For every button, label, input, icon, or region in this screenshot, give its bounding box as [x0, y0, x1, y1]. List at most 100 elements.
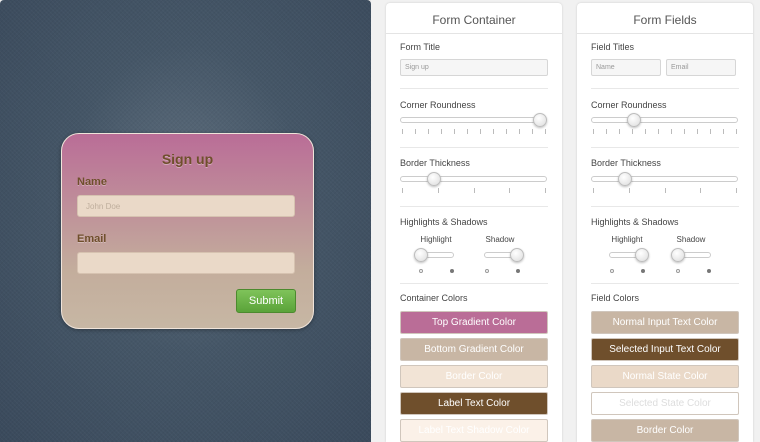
highlight-toggle-knob[interactable]: [414, 248, 428, 262]
slider-tick: [545, 129, 546, 134]
highlight-label: Highlight: [611, 235, 643, 244]
slider-tick: [473, 188, 475, 193]
slider-tick: [506, 129, 507, 134]
corner-roundness-label: Corner Roundness: [400, 100, 476, 110]
border-thickness-label: Border Thickness: [591, 158, 661, 168]
corner-roundness-slider[interactable]: [591, 117, 738, 123]
slider-tick: [402, 129, 403, 134]
corner-roundness-label: Corner Roundness: [591, 100, 667, 110]
normal-input-text-color-button[interactable]: Normal Input Text Color: [591, 311, 739, 334]
divider: [400, 283, 548, 284]
slider-tick: [736, 129, 737, 134]
slider-tick: [441, 129, 442, 134]
panel-title: Form Container: [432, 13, 516, 27]
slider-tick: [593, 188, 594, 193]
top-gradient-color-button[interactable]: Top Gradient Color: [400, 311, 548, 334]
highlight-label: Highlight: [420, 235, 452, 244]
border-thickness-label: Border Thickness: [400, 158, 470, 168]
slider-tick: [402, 188, 403, 193]
divider: [591, 206, 739, 207]
border-color-button[interactable]: Border Color: [591, 419, 739, 442]
slider-tick: [606, 129, 607, 134]
divider: [577, 33, 753, 34]
corner-roundness-knob[interactable]: [533, 113, 547, 127]
slider-tick: [437, 188, 439, 193]
slider-tick: [628, 188, 630, 193]
off-indicator: [610, 269, 614, 273]
bottom-gradient-color-button[interactable]: Bottom Gradient Color: [400, 338, 548, 361]
slider-tick: [736, 188, 737, 193]
slider-tick: [454, 129, 455, 134]
border-thickness-slider[interactable]: [591, 176, 738, 182]
slider-tick: [684, 129, 685, 134]
on-indicator: [516, 269, 520, 273]
field-title-1-input[interactable]: Name: [591, 59, 661, 76]
slider-tick: [671, 129, 672, 134]
slider-tick: [519, 129, 520, 134]
slider-tick: [697, 129, 698, 134]
divider: [591, 147, 739, 148]
divider: [400, 88, 548, 89]
slider-tick: [415, 129, 416, 134]
on-indicator: [641, 269, 645, 273]
form-title-label: Form Title: [400, 42, 441, 52]
slider-tick: [632, 129, 633, 134]
name-input[interactable]: John Doe: [77, 195, 295, 217]
slider-tick: [710, 129, 711, 134]
container-colors-label: Container Colors: [400, 293, 468, 303]
corner-roundness-slider[interactable]: [400, 117, 547, 123]
form-title-input[interactable]: Sign up: [400, 59, 548, 76]
form-title: Sign up: [161, 151, 214, 167]
slider-tick: [545, 188, 546, 193]
slider-tick: [532, 129, 533, 134]
border-color-button[interactable]: Border Color: [400, 365, 548, 388]
slider-tick: [493, 129, 494, 134]
off-indicator: [676, 269, 680, 273]
shadow-toggle-knob[interactable]: [671, 248, 685, 262]
submit-button[interactable]: Submit: [236, 289, 296, 313]
field-colors-label: Field Colors: [591, 293, 640, 303]
email-label: Email: [77, 233, 107, 245]
divider: [400, 206, 548, 207]
form-fields-panel: Form Fields Field Titles Name Email Corn…: [577, 3, 753, 442]
border-thickness-slider[interactable]: [400, 176, 547, 182]
on-indicator: [450, 269, 454, 273]
corner-roundness-knob[interactable]: [626, 113, 641, 127]
name-label: Name: [77, 176, 107, 188]
slider-tick: [723, 129, 724, 134]
panel-title: Form Fields: [633, 13, 697, 27]
divider: [386, 33, 562, 34]
shadow-toggle-knob[interactable]: [510, 248, 524, 262]
border-thickness-knob[interactable]: [617, 172, 632, 186]
slider-tick: [658, 129, 659, 134]
off-indicator: [485, 269, 489, 273]
divider: [591, 88, 739, 89]
selected-state-color-button[interactable]: Selected State Color: [591, 392, 739, 415]
highlights-shadows-label: Highlights & Shadows: [400, 217, 488, 227]
divider: [400, 147, 548, 148]
slider-tick: [645, 129, 646, 134]
slider-tick: [619, 129, 620, 134]
slider-tick: [480, 129, 481, 134]
form-container-panel: Form Container Form Title Sign up Corner…: [386, 3, 562, 442]
highlight-toggle-knob[interactable]: [635, 248, 649, 262]
shadow-label: Shadow: [676, 235, 706, 244]
shadow-label: Shadow: [485, 235, 515, 244]
slider-tick: [509, 188, 511, 193]
email-input[interactable]: [77, 252, 295, 274]
highlights-shadows-label: Highlights & Shadows: [591, 217, 679, 227]
slider-tick: [428, 129, 429, 134]
slider-tick: [467, 129, 468, 134]
divider: [591, 283, 739, 284]
border-thickness-knob[interactable]: [426, 172, 441, 186]
on-indicator: [707, 269, 711, 273]
slider-tick: [593, 129, 594, 134]
signup-form-card: Sign up Name John Doe Email Submit: [61, 133, 314, 329]
selected-input-text-color-button[interactable]: Selected Input Text Color: [591, 338, 739, 361]
label-text-shadow-color-button[interactable]: Label Text Shadow Color: [400, 419, 548, 442]
slider-tick: [664, 188, 666, 193]
field-title-2-input[interactable]: Email: [666, 59, 736, 76]
off-indicator: [419, 269, 423, 273]
label-text-color-button[interactable]: Label Text Color: [400, 392, 548, 415]
normal-state-color-button[interactable]: Normal State Color: [591, 365, 739, 388]
